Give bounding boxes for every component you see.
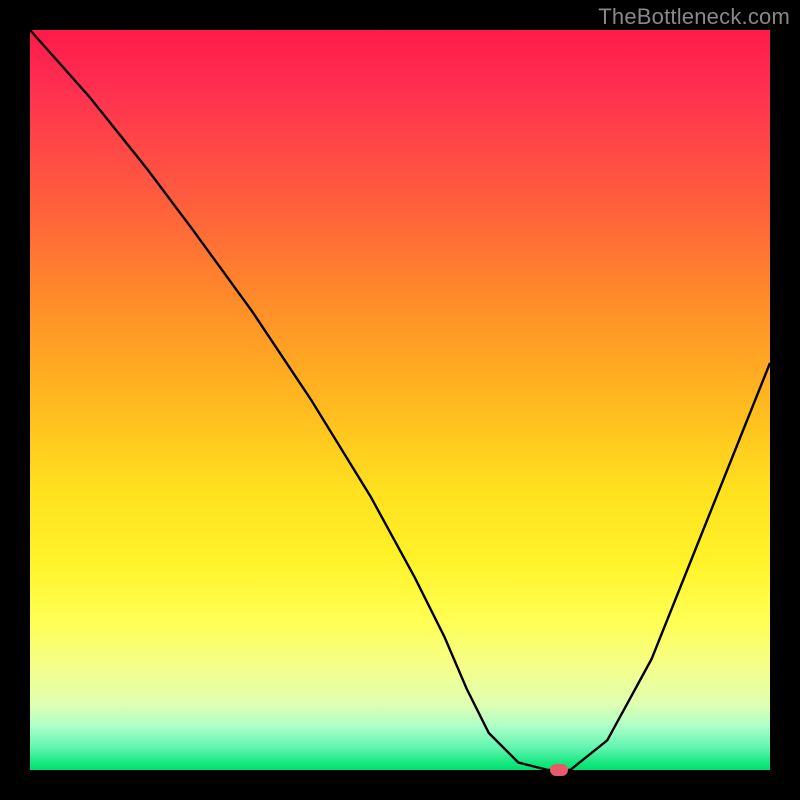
curve-svg [30, 30, 770, 770]
plot-area [30, 30, 770, 770]
chart-container: TheBottleneck.com [0, 0, 800, 800]
bottleneck-curve [30, 30, 770, 770]
watermark-text: TheBottleneck.com [598, 4, 790, 30]
optimal-marker [550, 764, 568, 776]
